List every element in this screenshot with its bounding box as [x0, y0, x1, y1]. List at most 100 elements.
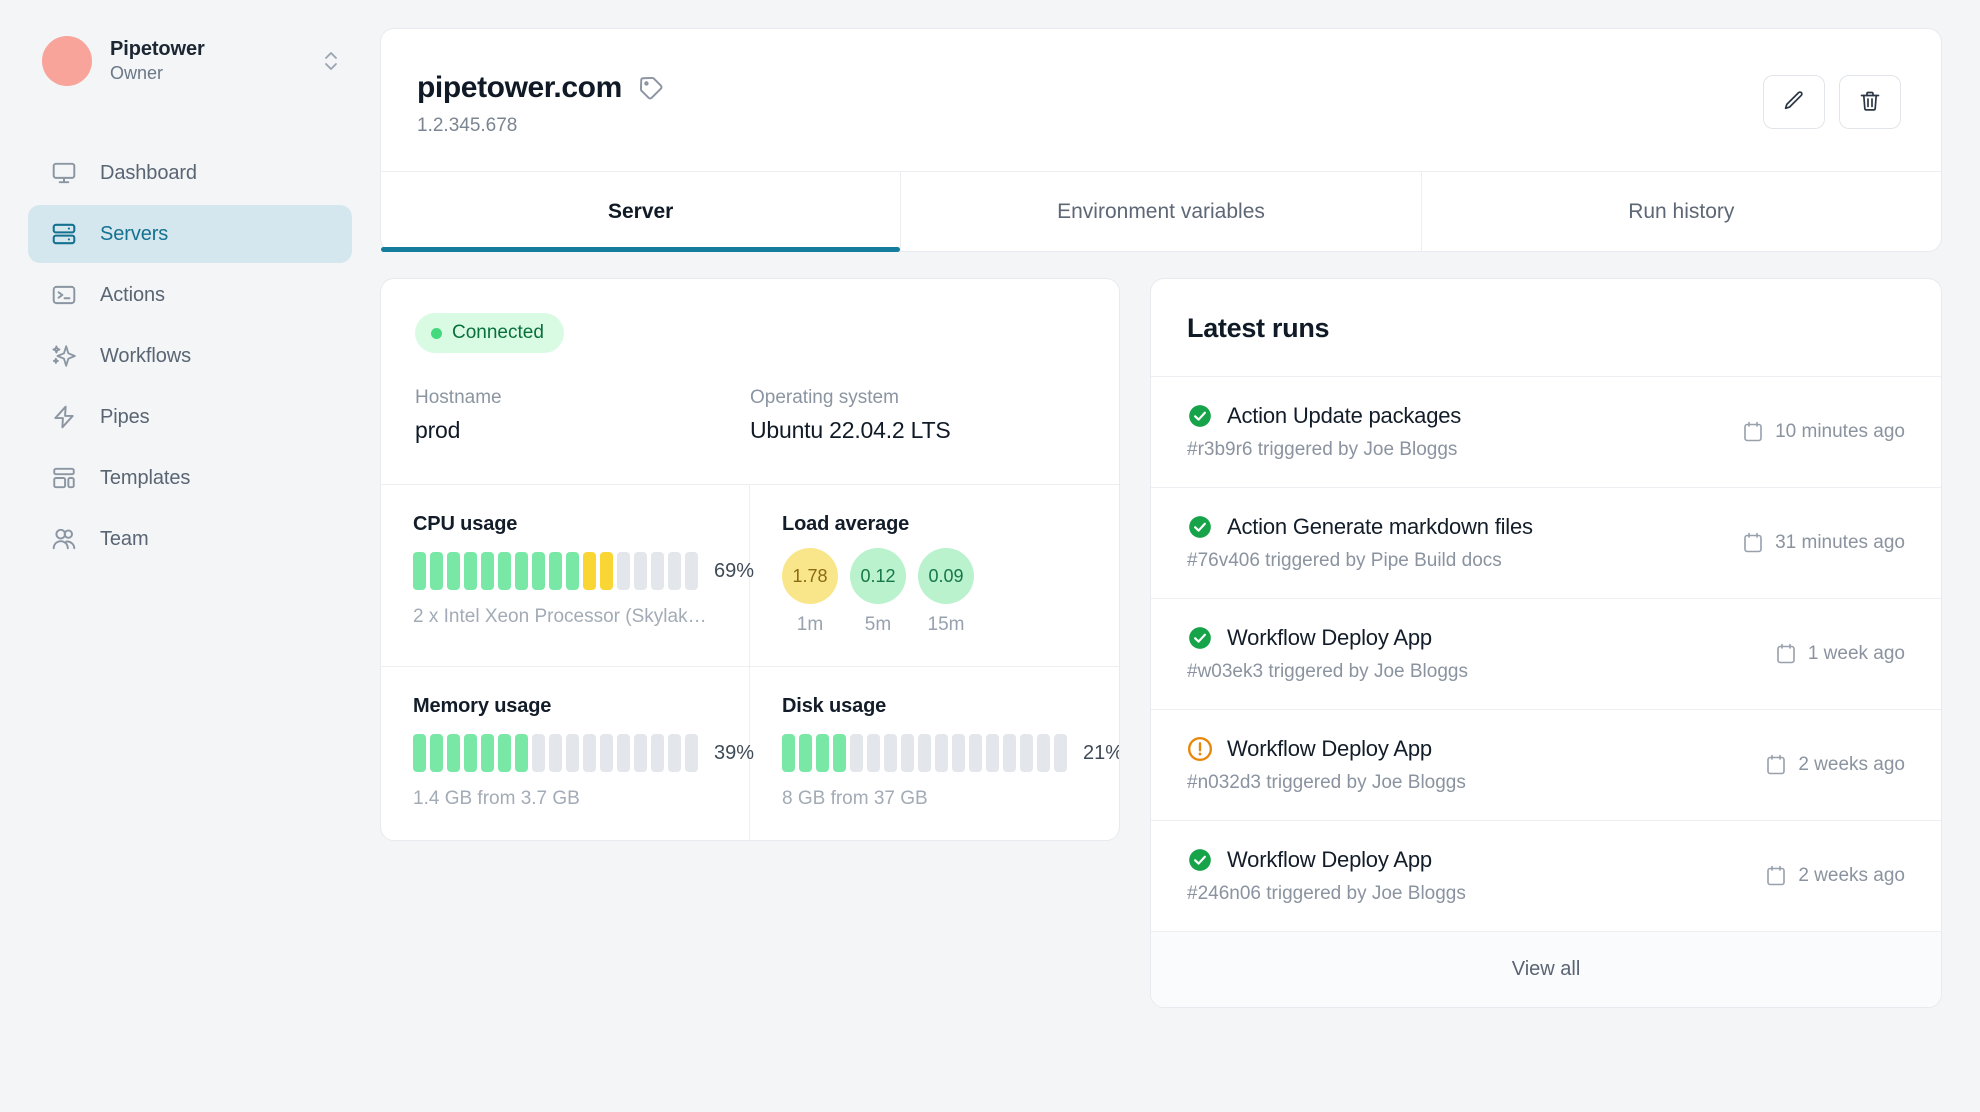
run-time-label: 31 minutes ago [1775, 532, 1905, 553]
org-switcher[interactable]: Pipetower Owner [28, 30, 352, 92]
load-value: 0.09 [918, 548, 974, 604]
metric-title: Memory usage [413, 695, 552, 717]
calendar-icon [1776, 643, 1796, 665]
run-time: 31 minutes ago [1743, 532, 1905, 554]
header-titles: pipetower.com 1.2.345.678 [417, 71, 1763, 137]
run-row[interactable]: Action Update packages #r3b9r6 triggered … [1151, 377, 1941, 488]
usage-bar-segment [532, 552, 545, 590]
edit-button[interactable] [1763, 75, 1825, 129]
sidebar-item-label: Workflows [100, 344, 191, 367]
monitor-icon [50, 159, 78, 187]
tab-server[interactable]: Server [381, 172, 902, 252]
usage-bar-segment [515, 734, 528, 772]
run-meta: #76v406 triggered by Pipe Build docs [1187, 550, 1502, 571]
run-name: Workflow Deploy App [1227, 847, 1432, 872]
usage-bar-segment [668, 734, 681, 772]
usage-bar-segment [867, 734, 880, 772]
fact-value: prod [415, 417, 461, 443]
memory-usage-bars [413, 734, 698, 772]
usage-bar-segment [986, 734, 999, 772]
load-item: 0.09 15m [918, 548, 974, 636]
latest-runs-list: Action Update packages #r3b9r6 triggered … [1151, 377, 1941, 932]
users-icon [50, 525, 78, 553]
delete-button[interactable] [1839, 75, 1901, 129]
usage-bar-segment [1054, 734, 1067, 772]
sidebar-item-servers[interactable]: Servers [28, 205, 352, 263]
metric-subtitle: 1.4 GB from 3.7 GB [413, 788, 580, 809]
pencil-icon [1782, 89, 1806, 116]
run-row[interactable]: Workflow Deploy App #w03ek3 triggered by … [1151, 599, 1941, 710]
usage-bar-segment [481, 734, 494, 772]
sidebar-item-actions[interactable]: Actions [28, 266, 352, 324]
usage-bar-segment [464, 552, 477, 590]
usage-bar-segment [549, 734, 562, 772]
tag-icon[interactable] [638, 75, 664, 101]
chevron-updown-icon[interactable] [320, 48, 342, 74]
usage-bar-segment [413, 734, 426, 772]
calendar-icon [1743, 532, 1763, 554]
load-item: 0.12 5m [850, 548, 906, 636]
run-main: Workflow Deploy App #n032d3 triggered by … [1187, 736, 1766, 794]
usage-bar-segment [816, 734, 829, 772]
success-check-icon [1187, 403, 1213, 429]
run-name-line: Action Update packages [1187, 403, 1743, 429]
run-name-line: Workflow Deploy App [1187, 736, 1766, 762]
fact-label: Hostname [415, 387, 502, 408]
run-row[interactable]: Workflow Deploy App #246n06 triggered by … [1151, 821, 1941, 932]
cpu-usage-bars [413, 552, 698, 590]
tab-run-history[interactable]: Run history [1422, 172, 1941, 251]
metrics-grid: CPU usage 69% 2 x Intel Xeon Processor (… [381, 484, 1119, 840]
run-name: Workflow Deploy App [1227, 736, 1432, 761]
usage-bar-segment [600, 552, 613, 590]
run-name: Workflow Deploy App [1227, 625, 1432, 650]
usage-bar-segment [1020, 734, 1033, 772]
sidebar-item-label: Team [100, 527, 149, 550]
view-all-button[interactable]: View all [1151, 932, 1941, 1007]
usage-bar-segment [833, 734, 846, 772]
sidebar-item-label: Templates [100, 466, 191, 489]
usage-bar-segment [481, 552, 494, 590]
run-time-label: 1 week ago [1807, 643, 1905, 664]
sidebar-item-dashboard[interactable]: Dashboard [28, 144, 352, 202]
run-row[interactable]: Action Generate markdown files #76v406 tr… [1151, 488, 1941, 599]
run-name: Action Generate markdown files [1227, 514, 1533, 539]
tab-environment-variables[interactable]: Environment variables [901, 172, 1422, 251]
status-badge: Connected [415, 313, 564, 353]
run-meta: #n032d3 triggered by Joe Bloggs [1187, 772, 1466, 793]
main-content: pipetower.com 1.2.345.678 Server Environ… [380, 0, 1980, 1112]
run-time: 2 weeks ago [1766, 754, 1905, 776]
fact-operating-system: Operating system Ubuntu 22.04.2 LTS [750, 387, 1085, 444]
run-row[interactable]: Workflow Deploy App #n032d3 triggered by … [1151, 710, 1941, 821]
terminal-icon [50, 281, 78, 309]
success-check-icon [1187, 847, 1213, 873]
metric-percent: 69% [714, 559, 755, 582]
org-text: Pipetower Owner [110, 37, 302, 85]
server-icon [50, 220, 78, 248]
fact-hostname: Hostname prod [415, 387, 750, 444]
usage-bar-segment [651, 734, 664, 772]
run-time-label: 2 weeks ago [1798, 865, 1905, 886]
metric-row: 69% [413, 552, 754, 590]
fact-value: Ubuntu 22.04.2 LTS [750, 417, 951, 443]
tab-bar: Server Environment variables Run history [381, 171, 1941, 252]
metric-subtitle: 8 GB from 37 GB [782, 788, 928, 809]
header-top: pipetower.com 1.2.345.678 [381, 29, 1941, 171]
run-main: Workflow Deploy App #w03ek3 triggered by … [1187, 625, 1776, 683]
metric-title: Disk usage [782, 695, 887, 717]
sidebar-item-label: Actions [100, 283, 165, 306]
usage-bar-segment [935, 734, 948, 772]
metric-memory-usage: Memory usage 39% 1.4 GB from 3.7 GB [381, 667, 754, 840]
sidebar-item-templates[interactable]: Templates [28, 449, 352, 507]
sidebar-item-pipes[interactable]: Pipes [28, 388, 352, 446]
metric-row: 21% [782, 734, 1119, 772]
avatar [42, 36, 92, 86]
load-average-list: 1.78 1m 0.12 5m 0.09 15m [782, 548, 1087, 636]
usage-bar-segment [583, 552, 596, 590]
usage-bar-segment [617, 552, 630, 590]
sidebar-item-team[interactable]: Team [28, 510, 352, 568]
run-name: Action Update packages [1227, 403, 1462, 428]
latest-runs-header: Latest runs [1151, 279, 1941, 377]
sidebar-item-workflows[interactable]: Workflows [28, 327, 352, 385]
status-dot-icon [431, 327, 442, 339]
usage-bar-segment [952, 734, 965, 772]
